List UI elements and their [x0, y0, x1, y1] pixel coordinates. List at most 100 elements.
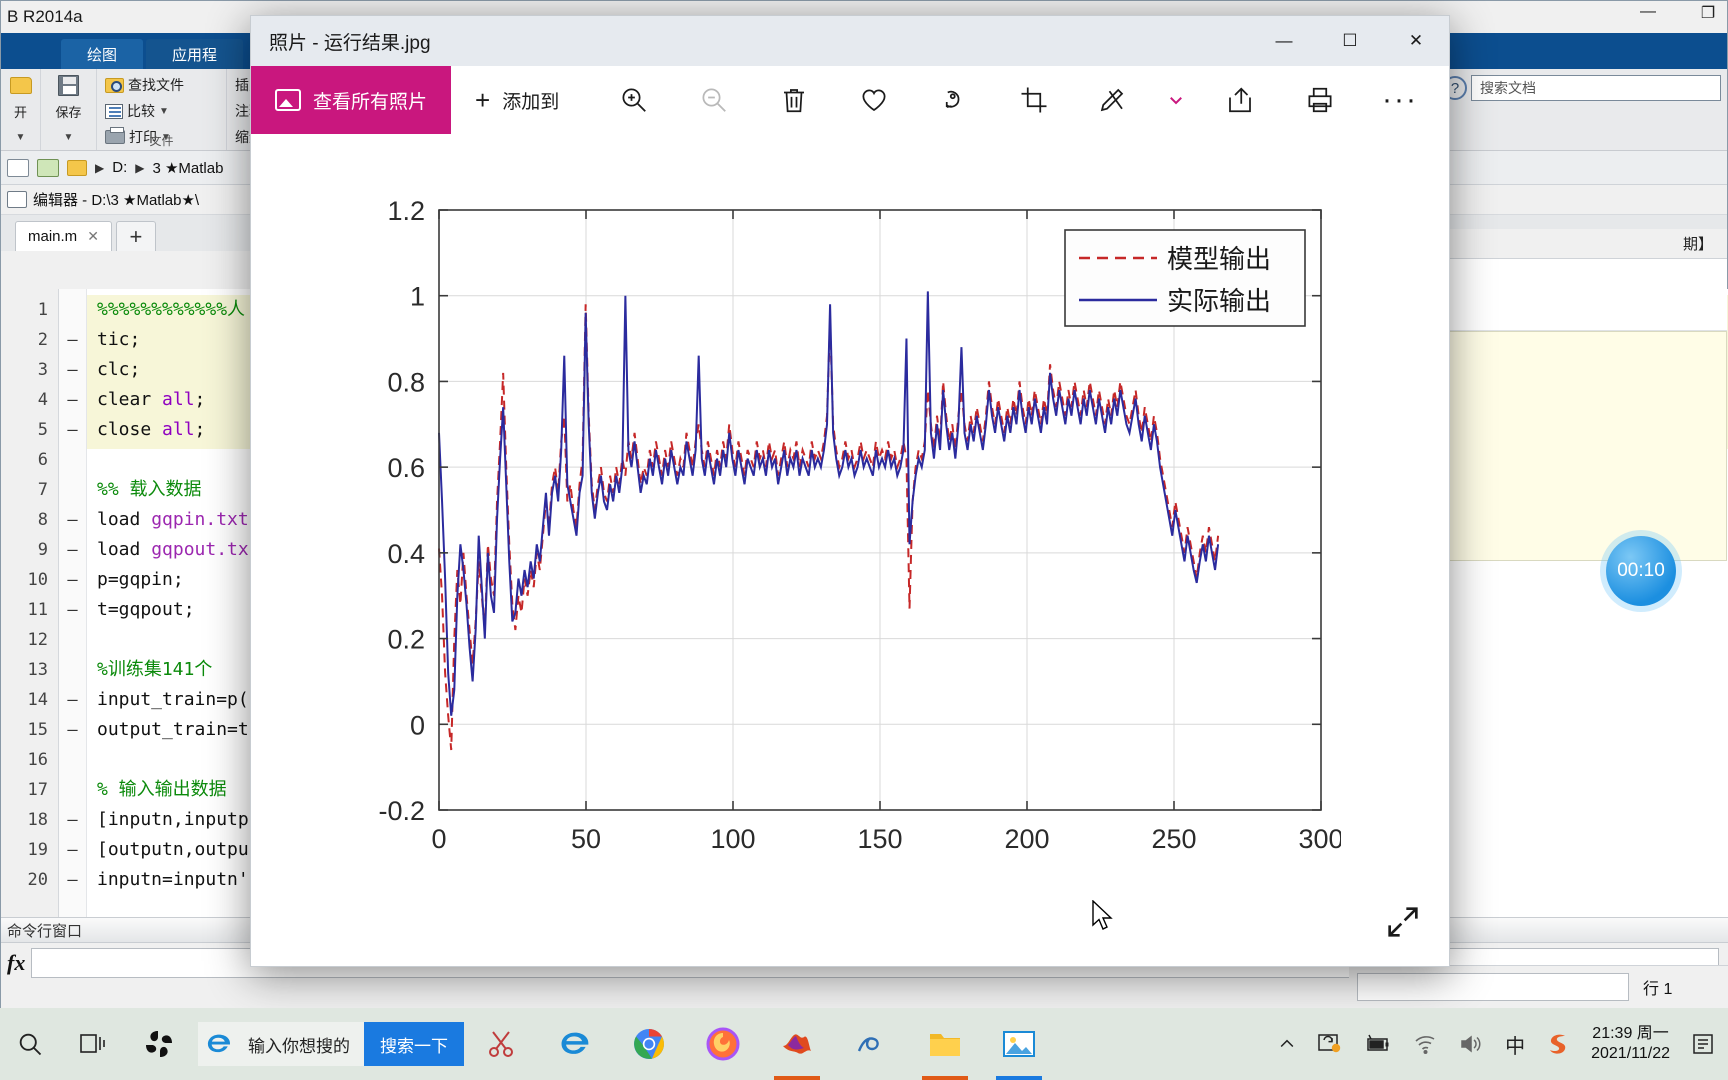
- photos-minimize-button[interactable]: —: [1251, 16, 1317, 66]
- timer-value: 00:10: [1617, 560, 1665, 581]
- address-up-icon[interactable]: [37, 158, 59, 177]
- ribbon-group-file: 查找文件 比较 ▼ 打印 ▼ 文件: [97, 69, 227, 150]
- editor-executable-marker[interactable]: [59, 745, 86, 775]
- editor-line-number: 6: [37, 450, 48, 470]
- doc-search-placeholder: 搜索文档: [1480, 80, 1536, 96]
- ribbon-tab-apps[interactable]: 应用程: [146, 39, 244, 69]
- editor-executable-marker[interactable]: [59, 775, 86, 805]
- editor-tab-main-m[interactable]: main.m ✕: [15, 221, 112, 251]
- firefox-browser-icon[interactable]: [686, 1008, 760, 1080]
- onedrive-sync-icon[interactable]: [1317, 1032, 1343, 1056]
- open-label: 开: [13, 104, 27, 120]
- more-button[interactable]: ···: [1373, 73, 1427, 127]
- editor-executable-marker[interactable]: —: [59, 805, 86, 835]
- editplus-app-icon[interactable]: [834, 1008, 908, 1080]
- photos-maximize-button[interactable]: ☐: [1317, 16, 1383, 66]
- editor-executable-marker[interactable]: —: [59, 505, 86, 535]
- open-caret-icon[interactable]: ▼: [16, 132, 26, 143]
- find-file-row[interactable]: 查找文件: [105, 72, 218, 98]
- breadcrumb-drive[interactable]: D:: [112, 159, 127, 176]
- editor-executable-marker[interactable]: —: [59, 565, 86, 595]
- editor-executable-marker[interactable]: —: [59, 685, 86, 715]
- wifi-icon[interactable]: [1413, 1033, 1439, 1055]
- photos-close-button[interactable]: ✕: [1383, 16, 1449, 66]
- ime-chinese-icon[interactable]: 中: [1505, 1030, 1525, 1059]
- delete-button[interactable]: [767, 73, 821, 127]
- editor-line-number: 19: [27, 840, 48, 860]
- editor-executable-marker[interactable]: —: [59, 835, 86, 865]
- print-button[interactable]: [1293, 73, 1347, 127]
- editor-executable-marker[interactable]: —: [59, 535, 86, 565]
- tray-expand-icon[interactable]: [1277, 1034, 1297, 1054]
- editor-executable-marker[interactable]: —: [59, 865, 86, 895]
- editor-executable-marker[interactable]: —: [59, 715, 86, 745]
- save-icon[interactable]: [58, 74, 79, 96]
- snipaste-app-icon[interactable]: [464, 1008, 538, 1080]
- save-label: 保存: [55, 104, 82, 120]
- save-caret-icon[interactable]: ▼: [64, 132, 74, 143]
- editor-tab-close-icon[interactable]: ✕: [87, 228, 99, 245]
- photos-image-canvas[interactable]: 0 50 100 150 200 250 300 -0.2 0 0.2 0.4 0.6 0.8 1 1.2 模…: [251, 134, 1449, 966]
- ribbon-tab-plots[interactable]: 绘图: [61, 39, 144, 69]
- sogou-pinwheel-icon[interactable]: [126, 1008, 192, 1080]
- editor-executable-marker[interactable]: —: [59, 355, 86, 385]
- editor-executable-marker[interactable]: —: [59, 385, 86, 415]
- ie-browser-icon[interactable]: [538, 1008, 612, 1080]
- file-explorer-icon[interactable]: [908, 1008, 982, 1080]
- chrome-browser-icon[interactable]: [612, 1008, 686, 1080]
- crop-button[interactable]: [1007, 73, 1061, 127]
- compare-caret-icon[interactable]: ▼: [159, 106, 169, 117]
- sogou-ime-icon[interactable]: [1545, 1031, 1571, 1057]
- matlab-minimize-button[interactable]: —: [1633, 3, 1663, 23]
- editor-line-number: 18: [27, 810, 48, 830]
- add-to-label: 添加到: [502, 91, 560, 113]
- editor-line-number: 15: [27, 720, 48, 740]
- add-to-button[interactable]: + 添加到: [451, 66, 583, 134]
- notifications-icon[interactable]: [1690, 1031, 1716, 1057]
- taskbar-search-icon[interactable]: [0, 1008, 60, 1080]
- view-all-photos-button[interactable]: 查看所有照片: [251, 66, 452, 134]
- task-view-icon[interactable]: [60, 1008, 126, 1080]
- plus-icon: +: [475, 84, 491, 115]
- editor-executable-marker[interactable]: [59, 475, 86, 505]
- editor-breakpoint-gutter[interactable]: — — — — — — — — — — — — —: [59, 289, 87, 917]
- editor-executable-marker[interactable]: [59, 625, 86, 655]
- photos-titlebar[interactable]: 照片 - 运行结果.jpg — ☐ ✕: [251, 16, 1449, 66]
- matlab-window-controls[interactable]: — ❐: [1633, 3, 1723, 23]
- editor-executable-marker[interactable]: [59, 655, 86, 685]
- address-back-icon[interactable]: [7, 158, 29, 177]
- clock-time: 21:39 周一: [1592, 1025, 1669, 1042]
- edit-create-chevron-down-icon[interactable]: [1165, 73, 1187, 127]
- matlab-maximize-button[interactable]: ❐: [1693, 3, 1723, 23]
- editor-executable-marker[interactable]: —: [59, 595, 86, 625]
- code-token: all: [162, 419, 195, 440]
- share-button[interactable]: [1213, 73, 1267, 127]
- favorite-button[interactable]: [847, 73, 901, 127]
- photos-app-icon[interactable]: [982, 1008, 1056, 1080]
- editor-executable-marker[interactable]: [59, 295, 86, 325]
- photos-window-controls[interactable]: — ☐ ✕: [1251, 16, 1449, 66]
- editor-line-number: 4: [37, 390, 48, 410]
- doc-search-input[interactable]: 搜索文档: [1471, 75, 1721, 101]
- editor-executable-marker[interactable]: [59, 445, 86, 475]
- volume-icon[interactable]: [1459, 1033, 1485, 1055]
- photo-collection-icon: [275, 89, 301, 111]
- rotate-button[interactable]: [927, 73, 981, 127]
- editor-executable-marker[interactable]: —: [59, 415, 86, 445]
- fullscreen-expand-icon[interactable]: [1383, 902, 1423, 942]
- matlab-app-icon[interactable]: [760, 1008, 834, 1080]
- taskbar-search-button[interactable]: 搜索一下: [364, 1022, 464, 1066]
- editor-executable-marker[interactable]: —: [59, 325, 86, 355]
- code-token: clear: [97, 389, 163, 410]
- breadcrumb-folder[interactable]: 3 ★Matlab: [152, 159, 223, 177]
- battery-icon[interactable]: [1363, 1034, 1393, 1054]
- taskbar-clock[interactable]: 21:39 周一 2021/11/22: [1591, 1024, 1670, 1064]
- zoom-in-button[interactable]: [607, 73, 661, 127]
- edit-create-button[interactable]: [1085, 73, 1139, 127]
- compare-row[interactable]: 比较 ▼: [105, 98, 218, 124]
- editor-new-tab-button[interactable]: +: [115, 221, 156, 251]
- editor-line-number: 20: [27, 870, 48, 890]
- taskbar-search-box[interactable]: 输入你想搜的 搜索一下: [198, 1022, 464, 1066]
- y-tick-label: 0: [410, 710, 425, 740]
- zoom-out-button[interactable]: [687, 73, 741, 127]
